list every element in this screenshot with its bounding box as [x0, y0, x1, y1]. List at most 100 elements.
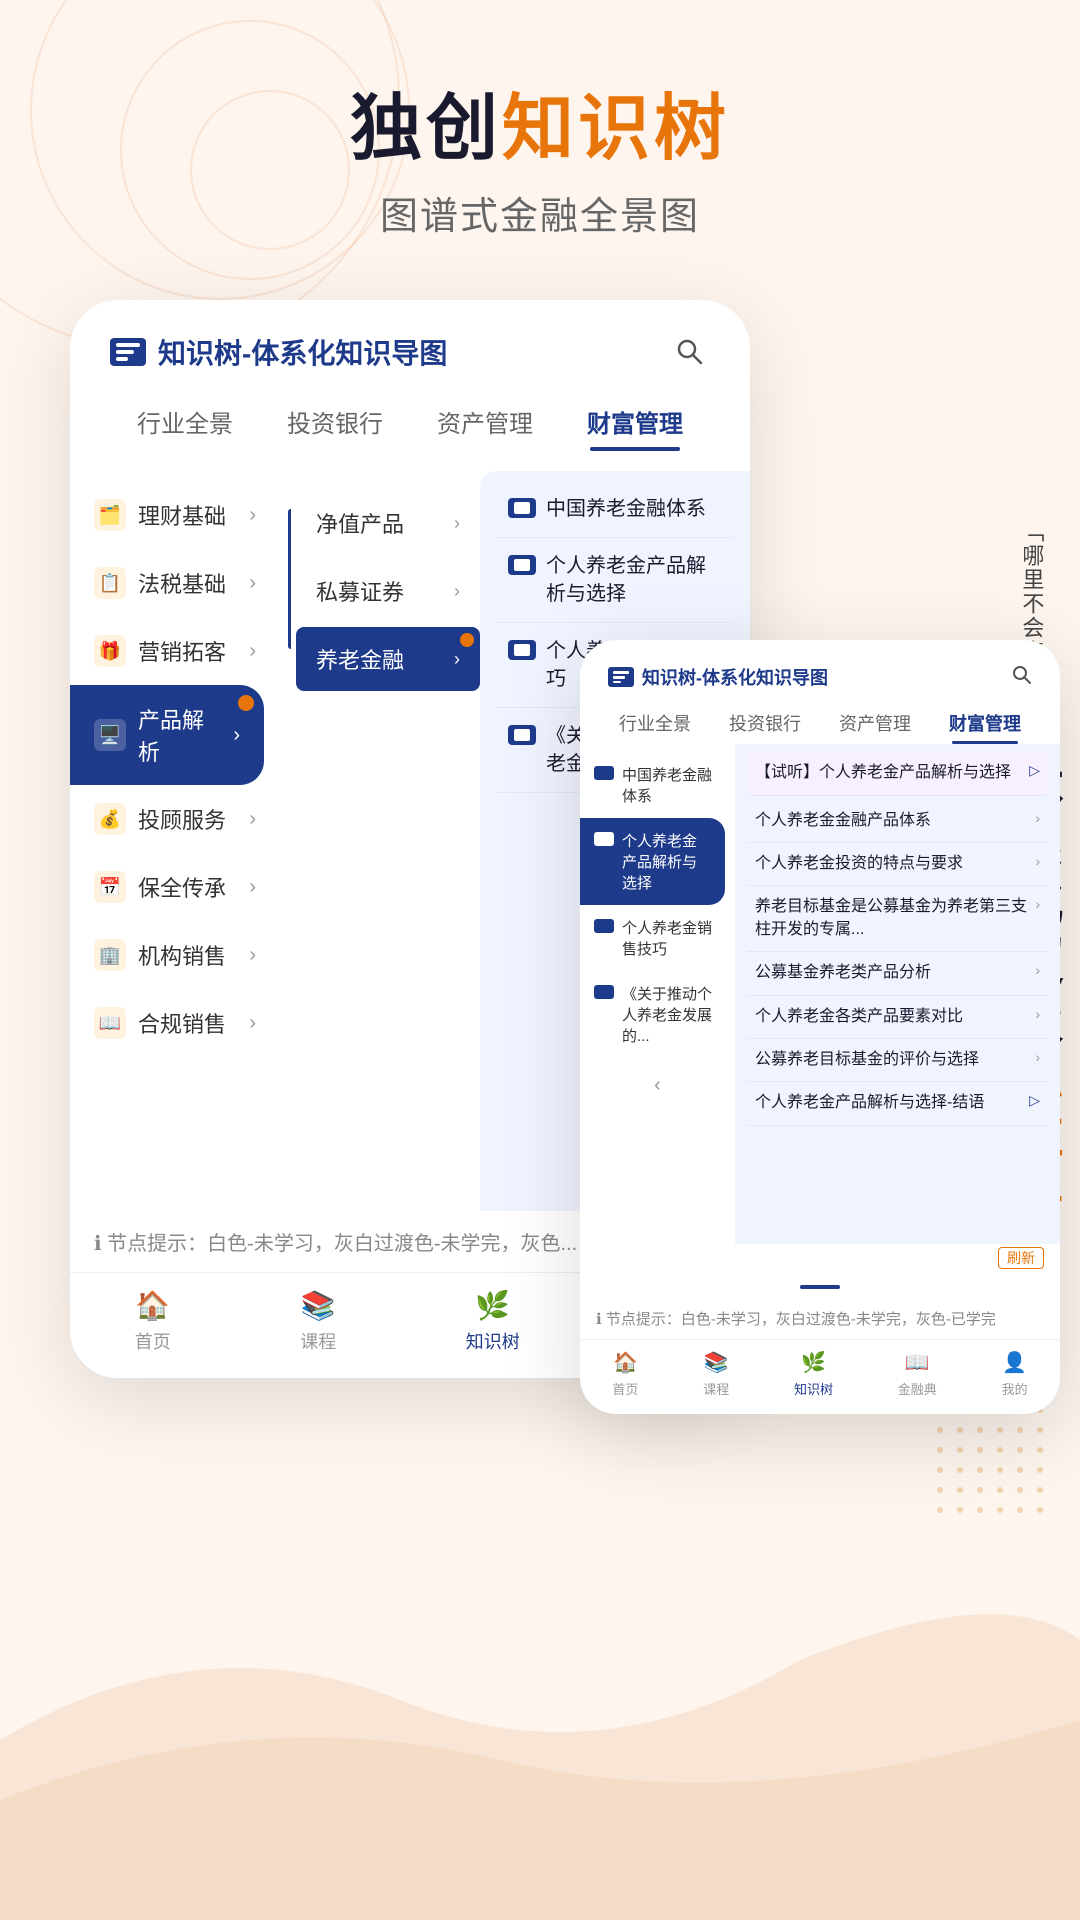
small-tab-invest[interactable]: 投资银行 — [710, 702, 820, 744]
menu-label-jigou: 机构销售 — [138, 939, 237, 971]
tab-asset[interactable]: 资产管理 — [410, 392, 560, 451]
yanglao-badge — [460, 633, 474, 647]
right-item-2[interactable]: 个人养老金产品解析与选择 — [496, 538, 734, 623]
tab-industry[interactable]: 行业全景 — [110, 392, 260, 451]
dots-pattern — [930, 1400, 1050, 1520]
menu-label-touqu: 投顾服务 — [138, 803, 237, 835]
small-right-item-4[interactable]: 养老目标基金是公募基金为养老第三支柱开发的专属... › — [747, 886, 1048, 952]
chevron-jigou-icon: › — [249, 944, 256, 967]
nav-tree[interactable]: 🌿 知识树 — [466, 1289, 520, 1354]
small-nav-course[interactable]: 📚 课程 — [703, 1350, 729, 1398]
small-right-chevron-7-icon: › — [1035, 1049, 1040, 1065]
menu-item-licai[interactable]: 🗂️ 理财基础 › — [70, 481, 280, 549]
small-left-item-1[interactable]: 中国养老金融体系 — [580, 752, 735, 818]
small-right-item-7[interactable]: 公募养老目标基金的评价与选择 › — [747, 1039, 1048, 1082]
nav-course[interactable]: 📚 课程 — [300, 1289, 336, 1354]
small-tab-asset[interactable]: 资产管理 — [820, 702, 930, 744]
small-tree-content: 中国养老金融体系 个人养老金产品解析与选择 个人养老金销售技巧 《关于推动个人养… — [580, 744, 1060, 1244]
chevron-simuzh-icon: › — [454, 581, 460, 602]
menu-item-jigou[interactable]: 🏢 机构销售 › — [70, 921, 280, 989]
small-tree-icon: 🌿 — [801, 1350, 826, 1375]
small-item2-icon — [594, 832, 614, 846]
tab-investment[interactable]: 投资银行 — [260, 392, 410, 451]
search-button[interactable] — [670, 332, 710, 372]
small-right-item-5[interactable]: 公募基金养老类产品分析 › — [747, 952, 1048, 995]
menu-label-baoquan: 保全传承 — [138, 871, 237, 903]
menu-item-chanpin[interactable]: 🖥️ 产品解析 › — [70, 685, 264, 785]
right-item-4-icon — [508, 725, 536, 745]
small-nav-tree-label: 知识树 — [794, 1379, 833, 1398]
small-nav-tree[interactable]: 🌿 知识树 — [794, 1350, 833, 1398]
small-right-item-3[interactable]: 个人养老金投资的特点与要求 › — [747, 843, 1048, 886]
small-right-chevron-6-icon: › — [1035, 1006, 1040, 1022]
nav-home-label: 首页 — [135, 1328, 171, 1354]
menu-item-yingxiao[interactable]: 🎁 营销拓客 › — [70, 617, 280, 685]
yingxiao-icon: 🎁 — [94, 635, 126, 667]
small-nav-finance[interactable]: 📖 金融典 — [898, 1350, 937, 1398]
small-left-item-3[interactable]: 个人养老金销售技巧 — [580, 905, 735, 971]
small-home-icon: 🏠 — [613, 1350, 638, 1375]
small-nav-profile[interactable]: 👤 我的 — [1002, 1350, 1028, 1398]
touqu-icon: 💰 — [94, 803, 126, 835]
tab-wealth[interactable]: 财富管理 — [560, 392, 710, 451]
mid-item-jingzhi[interactable]: 净值产品 › — [296, 491, 480, 555]
small-right-item-8[interactable]: 个人养老金产品解析与选择-结语 ▷ — [747, 1082, 1048, 1125]
menu-label-licai: 理财基础 — [138, 499, 237, 531]
small-nav-home[interactable]: 🏠 首页 — [612, 1350, 638, 1398]
chevron-licai-icon: › — [249, 504, 256, 527]
small-nav-course-label: 课程 — [703, 1379, 729, 1398]
small-nav-finance-label: 金融典 — [898, 1379, 937, 1398]
bracket-line — [288, 509, 291, 649]
chevron-baoquan-icon: › — [249, 876, 256, 899]
mid-item-simuzh[interactable]: 私募证券 › — [296, 559, 480, 623]
small-tab-industry[interactable]: 行业全景 — [600, 702, 710, 744]
menu-item-fasui[interactable]: 📋 法税基础 › — [70, 549, 280, 617]
small-tab-wealth[interactable]: 财富管理 — [930, 702, 1040, 744]
chevron-fasui-icon: › — [249, 572, 256, 595]
small-nav-profile-label: 我的 — [1002, 1379, 1028, 1398]
home-icon: 🏠 — [135, 1289, 170, 1322]
guifan-icon: 📖 — [94, 1007, 126, 1039]
hero-title-orange: 知识树 — [502, 89, 730, 169]
nav-home[interactable]: 🏠 首页 — [135, 1289, 171, 1354]
small-right-item-6[interactable]: 个人养老金各类产品要素对比 › — [747, 996, 1048, 1039]
small-profile-icon: 👤 — [1002, 1350, 1027, 1375]
knowledge-tree-logo-icon — [110, 338, 146, 366]
menu-label-chanpin: 产品解析 — [138, 703, 221, 767]
small-header-left: 知识树-体系化知识导图 — [608, 664, 828, 690]
small-right-chevron-2-icon: › — [1035, 810, 1040, 826]
chanpin-badge — [238, 695, 254, 711]
chevron-jingzhi-icon: › — [454, 513, 460, 534]
phone-title: 知识树-体系化知识导图 — [158, 332, 447, 372]
small-phone-header: 知识树-体系化知识导图 — [580, 640, 1060, 690]
right-item-3-icon — [508, 640, 536, 660]
phone-small: 知识树-体系化知识导图 行业全景 投资银行 资产管理 财富管理 中国养老金融体系 — [580, 640, 1060, 1414]
menu-item-touqu[interactable]: 💰 投顾服务 › — [70, 785, 280, 853]
small-nav-bar: 🏠 首页 📚 课程 🌿 知识树 📖 金融典 👤 我的 — [580, 1339, 1060, 1414]
left-menu: 🗂️ 理财基础 › 📋 法税基础 › 🎁 营销拓客 › 🖥️ 产品解析 — [70, 471, 280, 1211]
small-new-badge[interactable]: 刷新 — [580, 1244, 1060, 1272]
hero-subtitle: 图谱式金融全景图 — [0, 185, 1080, 240]
small-right-chevron-8-icon: ▷ — [1029, 1092, 1040, 1109]
hero-title-black: 独创 — [350, 89, 502, 169]
small-left-item-4[interactable]: 《关于推动个人养老金发展的... — [580, 971, 735, 1058]
small-search-button[interactable] — [1012, 665, 1032, 690]
small-right-item-2[interactable]: 个人养老金金融产品体系 › — [747, 800, 1048, 843]
small-right-item-1[interactable]: 【试听】个人养老金产品解析与选择 ▷ — [747, 752, 1048, 795]
right-item-1[interactable]: 中国养老金融体系 — [496, 481, 734, 538]
chevron-yingxiao-icon: › — [249, 640, 256, 663]
chevron-touqu-icon: › — [249, 808, 256, 831]
phone-header: 知识树-体系化知识导图 — [70, 300, 750, 372]
chevron-guifan-icon: › — [249, 1012, 256, 1035]
menu-item-baoquan[interactable]: 📅 保全传承 › — [70, 853, 280, 921]
menu-item-guifan[interactable]: 📖 合规销售 › — [70, 989, 280, 1057]
small-left-collapse-icon[interactable]: ‹ — [580, 1074, 735, 1097]
baoquan-icon: 📅 — [94, 871, 126, 903]
tree-icon: 🌿 — [475, 1289, 510, 1322]
small-title: 知识树-体系化知识导图 — [642, 664, 828, 690]
small-nav-home-label: 首页 — [612, 1379, 638, 1398]
small-item1-icon — [594, 766, 614, 780]
jigou-icon: 🏢 — [94, 939, 126, 971]
mid-item-yanglao[interactable]: 养老金融 › — [296, 627, 480, 691]
small-left-item-2[interactable]: 个人养老金产品解析与选择 — [580, 818, 725, 905]
